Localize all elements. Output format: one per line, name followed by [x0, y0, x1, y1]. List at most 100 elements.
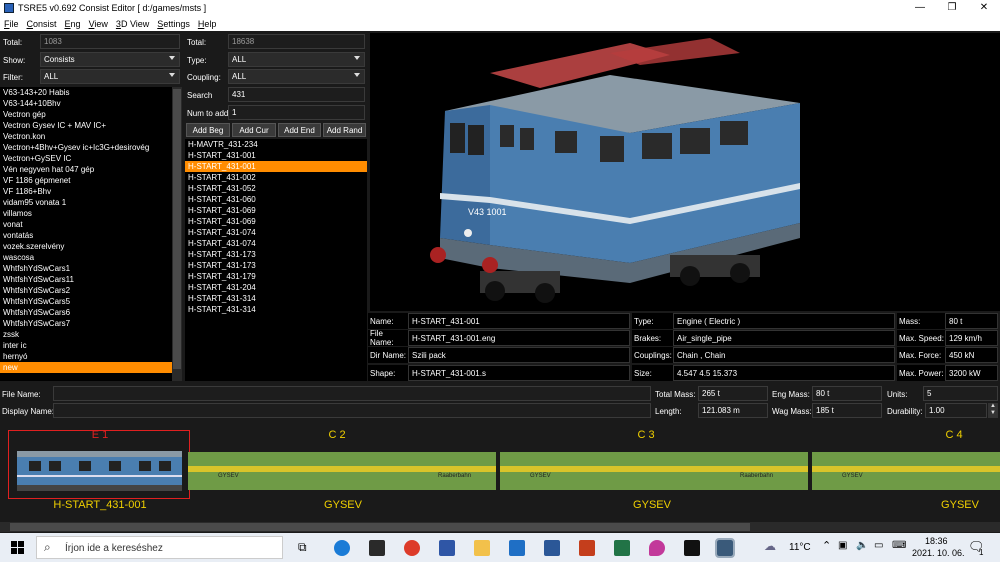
consist-list-item[interactable]: zssk	[0, 329, 172, 340]
engine-list[interactable]: H-MAVTR_431-234 H-START_431-001 H-START_43…	[185, 139, 367, 381]
search-input[interactable]: 431	[228, 87, 365, 102]
volume-icon[interactable]: 🔈	[856, 540, 868, 551]
add-cur-button[interactable]: Add Cur	[232, 123, 276, 137]
word-icon[interactable]	[544, 540, 560, 556]
menu-file[interactable]: File	[4, 19, 19, 29]
car-slot-3[interactable]: GYSEV Raaberbahn	[500, 452, 808, 490]
consist-list-item[interactable]: WhtfshYdSwCars7	[0, 318, 172, 329]
consist-list-item[interactable]: Vectron gép	[0, 109, 172, 120]
consist-list-item[interactable]: vonat	[0, 219, 172, 230]
chrome-icon[interactable]	[404, 540, 420, 556]
consist-file-input[interactable]	[53, 386, 651, 401]
tray-icon[interactable]: ▣	[838, 540, 847, 551]
tsre-app-icon[interactable]	[715, 538, 735, 558]
engine-list-item[interactable]: H-START_431-074	[185, 227, 367, 238]
add-rand-button[interactable]: Add Rand	[323, 123, 366, 137]
engine-list-item[interactable]: H-START_431-069	[185, 216, 367, 227]
engine-list-item[interactable]: H-START_431-179	[185, 271, 367, 282]
engine-list-item[interactable]: H-START_431-314	[185, 304, 367, 315]
consist-list-item[interactable]: VF 1186 gépmenet	[0, 175, 172, 186]
edge-icon[interactable]	[334, 540, 350, 556]
strip-scrollbar-thumb[interactable]	[10, 523, 750, 531]
menu-consist[interactable]: Consist	[27, 19, 57, 29]
store-icon[interactable]	[369, 540, 385, 556]
consist-list-item[interactable]: WhtfshYdSwCars11	[0, 274, 172, 285]
excel-icon[interactable]	[614, 540, 630, 556]
clock-time[interactable]: 18:36	[925, 536, 948, 546]
mail-icon[interactable]	[509, 540, 525, 556]
consist-list-item[interactable]: villamos	[0, 208, 172, 219]
engine-list-item[interactable]: H-START_431-314	[185, 293, 367, 304]
consist-list-item[interactable]: vontatás	[0, 230, 172, 241]
engine-list-item[interactable]: H-START_431-173	[185, 260, 367, 271]
engine-list-item[interactable]: H-MAVTR_431-234	[185, 139, 367, 150]
chevron-up-icon[interactable]: ⌃	[822, 539, 831, 552]
menu-settings[interactable]: Settings	[157, 19, 190, 29]
network-icon[interactable]: ▭	[874, 540, 883, 551]
engine-list-item[interactable]: H-START_431-052	[185, 183, 367, 194]
consist-list-item[interactable]: wascosa	[0, 252, 172, 263]
consist-list-item[interactable]: WhtfshYdSwCars6	[0, 307, 172, 318]
windows-start-icon[interactable]	[11, 541, 24, 554]
engine-list-item[interactable]: H-START_431-060	[185, 194, 367, 205]
task-view-icon[interactable]: ⧉	[298, 540, 307, 555]
menu-help[interactable]: Help	[198, 19, 217, 29]
consist-list-item[interactable]: VF 1186+Bhv	[0, 186, 172, 197]
maximize-button[interactable]: ❐	[936, 0, 968, 16]
keyboard-icon[interactable]: ⌨	[892, 540, 906, 551]
engine-list-item[interactable]: H-START_431-074	[185, 238, 367, 249]
num-to-add-input[interactable]: 1	[228, 105, 365, 120]
engine-list-item[interactable]: H-START_431-069	[185, 205, 367, 216]
minimize-button[interactable]: —	[904, 0, 936, 16]
car-slot-4[interactable]: GYSEV	[812, 452, 1000, 490]
engine-list-item[interactable]: H-START_431-002	[185, 172, 367, 183]
consist-list-item[interactable]: WhtfshYdSwCars1	[0, 263, 172, 274]
durability-input[interactable]: 1.00	[925, 403, 987, 418]
consist-list-item[interactable]: hernyó	[0, 351, 172, 362]
engine-list-item[interactable]: H-START_431-204	[185, 282, 367, 293]
consist-list-item[interactable]: WhtfshYdSwCars2	[0, 285, 172, 296]
car-slot-2[interactable]: GYSEV Raaberbahn	[188, 452, 496, 490]
consist-list-item[interactable]: new	[0, 362, 172, 373]
consist-list-item[interactable]: Vectron+4Bhv+Gysev ic+Ic3G+desirovég	[0, 142, 172, 153]
menu-eng[interactable]: Eng	[65, 19, 81, 29]
terminal-icon[interactable]	[684, 540, 700, 556]
car-slot-1[interactable]	[8, 430, 190, 499]
firefox-icon[interactable]	[649, 540, 665, 556]
consist-list-scrollbar[interactable]	[172, 87, 182, 381]
save-disk-icon[interactable]	[439, 540, 455, 556]
coupling-select[interactable]: ALL	[228, 69, 365, 84]
clock-date[interactable]: 2021. 10. 06.	[912, 548, 965, 558]
consist-list-item[interactable]: V63-143+20 Habis	[0, 87, 172, 98]
consist-display-input[interactable]	[53, 403, 651, 418]
consist-list-item[interactable]: vidam95 vonata 1	[0, 197, 172, 208]
consist-list-item[interactable]: V63-144+10Bhv	[0, 98, 172, 109]
menu-3d-view[interactable]: 3D View	[116, 19, 149, 29]
type-select[interactable]: ALL	[228, 52, 365, 67]
weather-temp[interactable]: 11°C	[789, 542, 811, 553]
powerpoint-icon[interactable]	[579, 540, 595, 556]
engine-list-item[interactable]: H-START_431-001	[185, 150, 367, 161]
consist-list[interactable]: V63-143+20 Habis V63-144+10Bhv Vectron gép…	[0, 87, 172, 381]
filter-select[interactable]: ALL	[40, 69, 180, 84]
consist-list-item[interactable]: WhtfshYdSwCars5	[0, 296, 172, 307]
engine-list-item[interactable]: H-START_431-001	[185, 161, 367, 172]
engine-list-item[interactable]: H-START_431-173	[185, 249, 367, 260]
consist-list-item[interactable]: Vén negyven hat 047 gép	[0, 164, 172, 175]
durability-spinner[interactable]: ▲ ▼	[988, 403, 998, 418]
consist-list-item[interactable]: Vectron Gysev IC + MAV IC+	[0, 120, 172, 131]
add-beg-button[interactable]: Add Beg	[186, 123, 230, 137]
consist-strip-scrollbar[interactable]	[0, 522, 1000, 532]
menu-view[interactable]: View	[89, 19, 108, 29]
consist-list-item[interactable]: inter ic	[0, 340, 172, 351]
consist-list-item[interactable]: vozek.szerelvény	[0, 241, 172, 252]
3d-preview[interactable]: V43 1001	[370, 33, 1000, 311]
file-explorer-icon[interactable]	[474, 540, 490, 556]
scrollbar-thumb[interactable]	[173, 89, 181, 369]
consist-list-item[interactable]: Vectron+GySEV IC	[0, 153, 172, 164]
close-button[interactable]: ✕	[968, 0, 1000, 16]
show-select[interactable]: Consists	[40, 52, 180, 67]
taskbar-search[interactable]: ⌕ Írjon ide a kereséshez	[36, 536, 283, 559]
add-end-button[interactable]: Add End	[278, 123, 321, 137]
consist-list-item[interactable]: Vectron.kon	[0, 131, 172, 142]
